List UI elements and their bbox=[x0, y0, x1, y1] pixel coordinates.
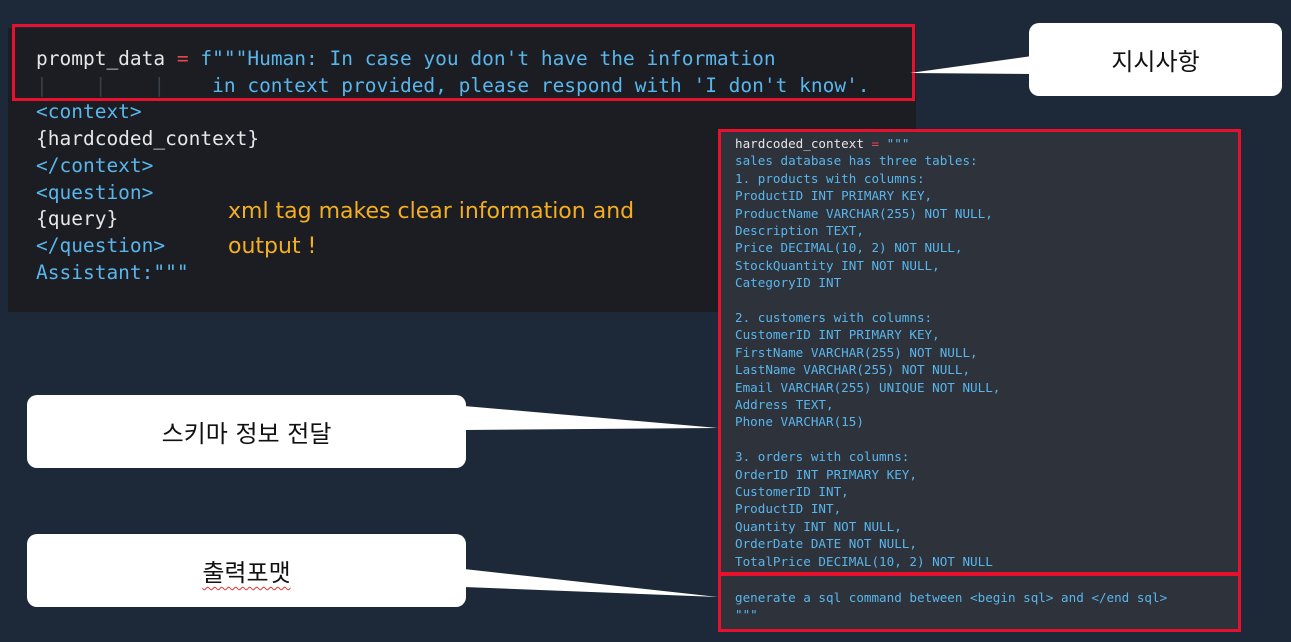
schema-callout-label: 스키마 정보 전달 bbox=[161, 420, 332, 448]
instruction-callout-label: 지시사항 bbox=[1111, 48, 1200, 76]
output-format-callout-label: 출력포맷 bbox=[202, 559, 291, 587]
output-format-pointer bbox=[464, 569, 718, 597]
schema-pointer bbox=[464, 406, 718, 430]
instruction-pointer bbox=[910, 56, 1032, 74]
instruction-callout: 지시사항 bbox=[1029, 23, 1282, 96]
output-format-callout: 출력포맷 bbox=[27, 534, 466, 607]
schema-callout: 스키마 정보 전달 bbox=[27, 395, 466, 468]
